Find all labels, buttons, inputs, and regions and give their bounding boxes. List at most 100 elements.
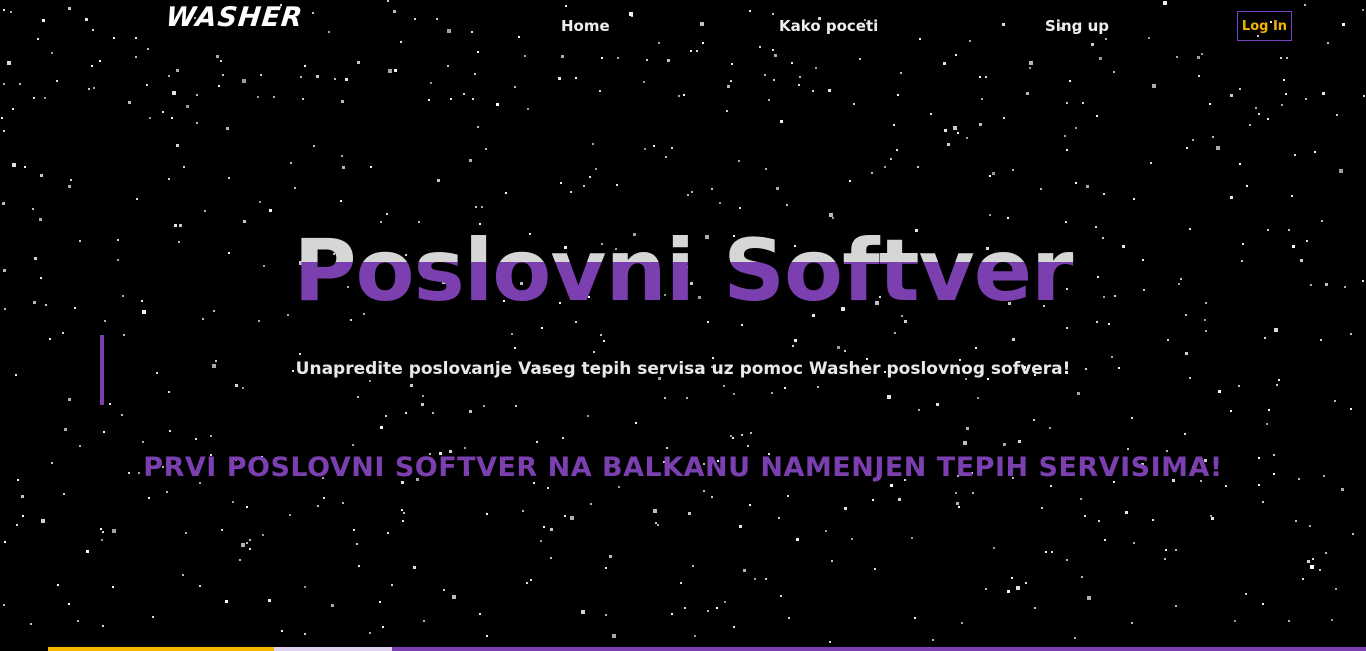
star	[792, 345, 794, 347]
star	[560, 182, 562, 184]
star	[16, 524, 18, 526]
star	[837, 346, 840, 349]
star	[687, 194, 689, 196]
star	[784, 387, 786, 389]
star	[1258, 484, 1260, 486]
site-logo[interactable]: WASHER	[164, 2, 304, 33]
star	[844, 507, 847, 510]
star	[226, 127, 229, 130]
star	[956, 502, 959, 505]
star	[1335, 588, 1337, 590]
star	[851, 538, 853, 540]
star	[1327, 42, 1329, 44]
star	[242, 387, 244, 389]
star	[1099, 57, 1102, 60]
star	[1304, 4, 1306, 6]
star	[475, 206, 477, 208]
login-button[interactable]: Log In	[1237, 11, 1292, 41]
star	[1003, 443, 1006, 446]
star	[541, 327, 543, 329]
star	[844, 350, 846, 352]
star	[583, 185, 585, 187]
star	[269, 209, 272, 212]
star	[917, 166, 919, 168]
star	[702, 42, 704, 44]
star	[1163, 1, 1167, 5]
star	[216, 55, 219, 58]
star	[981, 98, 983, 100]
star	[780, 595, 782, 597]
star	[780, 120, 783, 123]
star	[182, 574, 184, 576]
star	[1029, 67, 1031, 69]
star	[302, 98, 304, 100]
star	[684, 607, 686, 609]
star	[1075, 182, 1077, 184]
star	[199, 585, 201, 587]
star	[719, 202, 721, 204]
star	[1197, 56, 1200, 59]
star	[787, 495, 789, 497]
star	[750, 432, 752, 434]
star	[730, 80, 732, 82]
star	[1234, 620, 1236, 622]
star	[1325, 552, 1327, 554]
star	[387, 0, 389, 2]
nav-home[interactable]: Home	[561, 17, 610, 35]
star	[936, 403, 939, 406]
star	[102, 531, 104, 533]
star	[485, 148, 487, 150]
star	[1069, 80, 1071, 82]
star	[183, 166, 185, 168]
star	[1245, 593, 1247, 595]
star	[1322, 92, 1325, 95]
star	[776, 187, 779, 190]
star	[172, 91, 176, 95]
star	[1007, 590, 1010, 593]
star	[1080, 498, 1082, 500]
star	[1105, 38, 1107, 40]
star	[1012, 169, 1014, 171]
star	[1363, 95, 1365, 97]
star	[707, 610, 709, 612]
star	[385, 415, 387, 417]
nav-kako-poceti[interactable]: Kako poceti	[779, 17, 878, 35]
star	[357, 61, 360, 64]
star	[791, 62, 793, 64]
star	[369, 632, 371, 634]
star	[1152, 84, 1156, 88]
nav-sign-up[interactable]: Sing up	[1045, 17, 1109, 35]
star	[1086, 185, 1089, 188]
star	[1225, 485, 1227, 487]
star	[79, 445, 81, 447]
star	[1041, 507, 1043, 509]
star	[471, 31, 473, 33]
star	[33, 97, 35, 99]
star	[570, 516, 574, 520]
star	[1307, 560, 1310, 563]
star	[70, 179, 72, 181]
star	[1352, 533, 1354, 535]
star	[977, 397, 979, 399]
star	[874, 568, 876, 570]
star	[771, 392, 773, 394]
star	[700, 22, 704, 26]
star	[369, 380, 371, 382]
star	[985, 76, 987, 78]
star	[422, 395, 424, 397]
star	[345, 78, 348, 81]
star	[1362, 9, 1364, 11]
star	[772, 13, 774, 15]
star	[382, 626, 384, 628]
star	[1246, 185, 1248, 187]
star	[1167, 339, 1169, 341]
star	[768, 99, 770, 101]
star	[146, 84, 148, 86]
star	[1295, 520, 1297, 522]
star	[587, 415, 589, 417]
star	[514, 86, 516, 88]
star	[102, 625, 104, 627]
star	[62, 332, 64, 334]
star	[249, 539, 251, 541]
star	[1185, 352, 1188, 355]
